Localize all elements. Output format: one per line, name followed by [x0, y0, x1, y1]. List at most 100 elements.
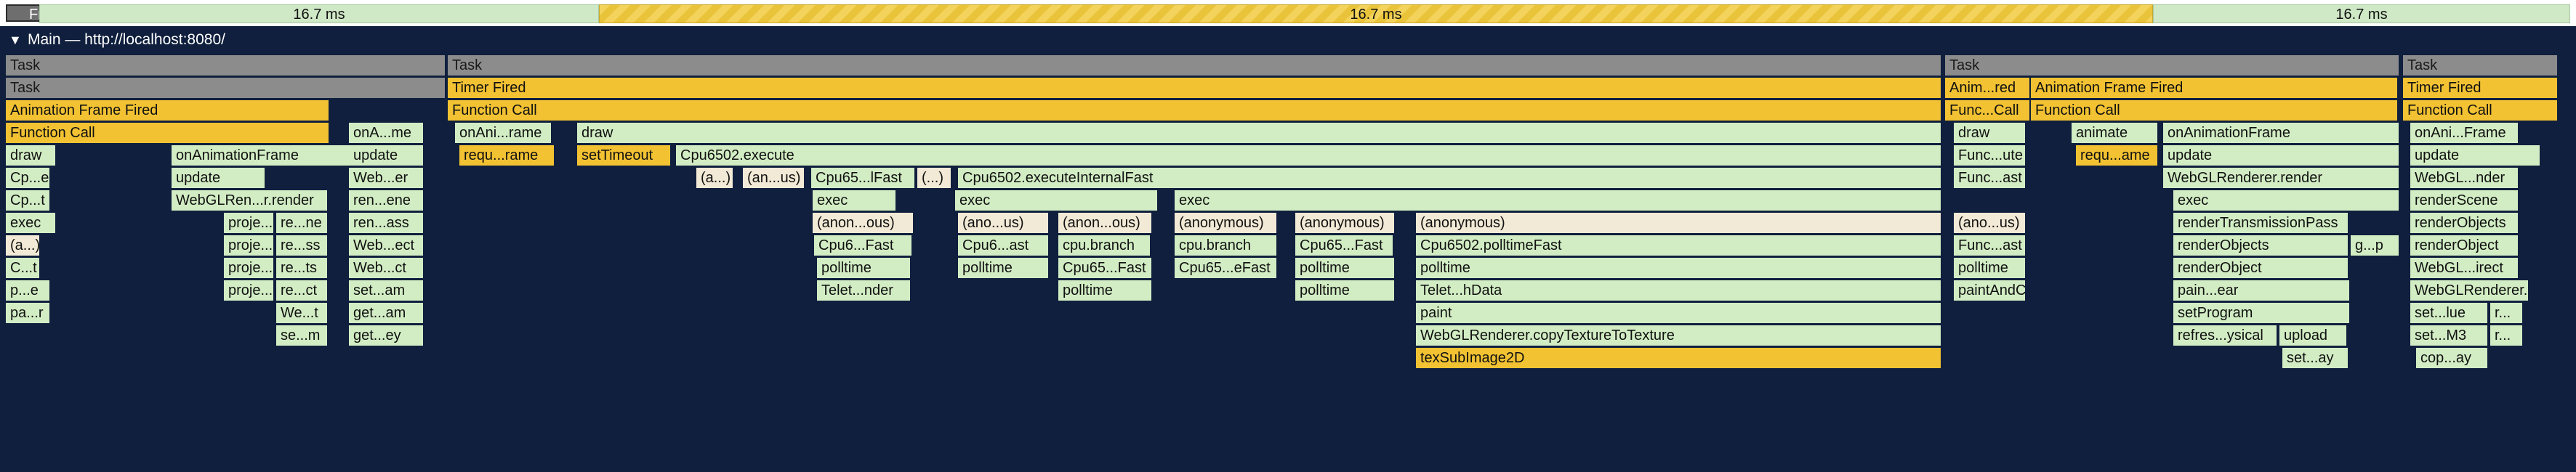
flame-block-script[interactable]: Func...ast — [1954, 235, 2026, 256]
flame-block-script[interactable]: exec — [6, 213, 57, 233]
flame-block-script[interactable]: polltime — [1295, 258, 1396, 278]
flame-block-script[interactable]: onAni...rame — [455, 123, 552, 143]
flame-block-event[interactable]: Func...Call — [1945, 100, 2031, 121]
flame-block-anonymous[interactable]: (a...) — [6, 235, 41, 256]
flame-block-task[interactable]: Task — [6, 78, 446, 98]
flame-block-script[interactable]: polltime — [1058, 280, 1153, 301]
flame-block-script[interactable]: update — [2410, 145, 2541, 166]
flame-block-event[interactable]: Function Call — [2403, 100, 2559, 121]
flame-block-script[interactable]: Web...ct — [349, 258, 424, 278]
flame-block-script[interactable]: r... — [2490, 325, 2524, 346]
flame-block-script[interactable]: proje...bject — [224, 213, 275, 233]
flame-block-script[interactable]: paint — [1416, 303, 1942, 323]
flame-block-event[interactable]: texSubImage2D — [1416, 348, 1942, 368]
flame-block-event[interactable]: Anim...red — [1945, 78, 2031, 98]
flame-block-script[interactable]: Cpu6502.polltimeFast — [1416, 235, 1942, 256]
flame-block-script[interactable]: renderTransmissionPass — [2173, 213, 2349, 233]
flame-block-script[interactable]: update — [172, 168, 266, 188]
flame-block-script[interactable]: get...ey — [349, 325, 424, 346]
flame-block-script[interactable]: refres...ysical — [2173, 325, 2278, 346]
flame-block-script[interactable]: polltime — [817, 258, 911, 278]
flame-block-script[interactable]: cpu.branch — [1175, 235, 1278, 256]
flame-block-script[interactable]: exec — [2173, 190, 2400, 211]
flame-block-script[interactable]: re...ts — [276, 258, 329, 278]
flame-block-event[interactable]: Animation Frame Fired — [2031, 78, 2399, 98]
flame-block-script[interactable]: g...p — [2351, 235, 2400, 256]
flame-block-script[interactable]: draw — [6, 145, 57, 166]
flame-block-script[interactable]: proje...bject — [224, 258, 275, 278]
flame-block-anonymous[interactable]: (anon...ous) — [813, 213, 914, 233]
flame-block-script[interactable]: renderScene — [2410, 190, 2519, 211]
flame-block-script[interactable]: Cpu65...lFast — [811, 168, 916, 188]
flame-block-script[interactable]: renderObjects — [2410, 213, 2519, 233]
flame-block-task[interactable]: Task — [1945, 55, 2400, 76]
flame-block-script[interactable]: Web...ect — [349, 235, 424, 256]
flame-block-script[interactable]: exec — [955, 190, 1159, 211]
flame-block-event[interactable]: requ...rame — [459, 145, 555, 166]
flame-block-script[interactable]: We...t — [276, 303, 329, 323]
flame-block-script[interactable]: upload — [2279, 325, 2348, 346]
flame-block-script[interactable]: proje...bject — [224, 235, 275, 256]
flame-block-script[interactable]: WebGLRen...r.render — [172, 190, 329, 211]
flame-block-event[interactable]: Timer Fired — [2403, 78, 2559, 98]
flame-block-script[interactable]: Cpu65...Fast — [1295, 235, 1394, 256]
flame-block-script[interactable]: setProgram — [2173, 303, 2351, 323]
flame-block-task[interactable]: Task — [2403, 55, 2559, 76]
flame-block-script[interactable]: polltime — [1295, 280, 1396, 301]
flame-block-script[interactable]: exec — [813, 190, 897, 211]
flame-block-script[interactable]: r... — [2490, 303, 2524, 323]
flame-block-anonymous[interactable]: (anonymous) — [1175, 213, 1278, 233]
flame-block-script[interactable]: Cpu6502.execute — [676, 145, 1942, 166]
flame-block-script[interactable]: ren...ass — [349, 213, 424, 233]
flame-block-anonymous[interactable]: (a...) — [696, 168, 734, 188]
flame-block-event[interactable]: Timer Fired — [448, 78, 1942, 98]
flame-block-script[interactable]: set...lue — [2410, 303, 2489, 323]
flame-block-script[interactable]: Cpu6...Fast — [814, 235, 913, 256]
flame-block-event[interactable]: requ...ame — [2076, 145, 2159, 166]
flame-block-script[interactable]: Cp...t — [6, 190, 51, 211]
flame-block-script[interactable]: exec — [1175, 190, 1942, 211]
flame-block-script[interactable]: onA...me — [349, 123, 424, 143]
flame-block-anonymous[interactable]: (anonymous) — [1295, 213, 1396, 233]
flame-block-script[interactable]: update — [349, 145, 424, 166]
flame-block-task[interactable]: Task — [448, 55, 1942, 76]
flame-block-script[interactable]: re...ne — [276, 213, 329, 233]
flame-block-script[interactable]: re...ct — [276, 280, 329, 301]
flame-block-event[interactable]: Function Call — [6, 123, 330, 143]
flame-block-script[interactable]: draw — [577, 123, 1942, 143]
flame-block-script[interactable]: Telet...nder — [817, 280, 911, 301]
flame-block-anonymous[interactable]: (anonymous) — [1416, 213, 1942, 233]
flame-block-script[interactable]: get...am — [349, 303, 424, 323]
flame-block-script[interactable]: Web...er — [349, 168, 424, 188]
flame-block-script[interactable]: set...ay — [2282, 348, 2349, 368]
flame-block-script[interactable]: animate — [2072, 123, 2159, 143]
flame-block-script[interactable]: WebGL...irect — [2410, 258, 2519, 278]
flame-block-script[interactable]: onAnimationFrame — [2163, 123, 2400, 143]
flame-block-event[interactable]: Function Call — [2031, 100, 2399, 121]
flame-block-script[interactable]: set...M3 — [2410, 325, 2489, 346]
flame-block-script[interactable]: renderObject — [2173, 258, 2349, 278]
flame-block-script[interactable]: set...am — [349, 280, 424, 301]
flame-block-event[interactable]: Function Call — [448, 100, 1942, 121]
flame-block-script[interactable]: polltime — [1954, 258, 2026, 278]
flame-block-script[interactable]: pain...ear — [2173, 280, 2351, 301]
flame-block-script[interactable]: cpu.branch — [1058, 235, 1151, 256]
flame-block-anonymous[interactable]: (an...us) — [743, 168, 805, 188]
flame-block-script[interactable]: renderObjects — [2173, 235, 2349, 256]
flame-block-event[interactable]: setTimeout — [577, 145, 672, 166]
flame-block-script[interactable]: WebGLRenderer...ferDirect — [2410, 280, 2529, 301]
flame-block-script[interactable]: se...m — [276, 325, 329, 346]
flame-block-script[interactable]: p...e — [6, 280, 51, 301]
flame-block-script[interactable]: WebGL...nder — [2410, 168, 2519, 188]
flame-block-task[interactable]: Task — [6, 55, 446, 76]
flame-block-script[interactable]: cop...ay — [2416, 348, 2489, 368]
flame-block-script[interactable]: update — [2163, 145, 2400, 166]
flame-block-script[interactable]: re...ss — [276, 235, 329, 256]
flame-block-script[interactable]: polltime — [1416, 258, 1942, 278]
flame-block-script[interactable]: Cpu6502.executeInternalFast — [958, 168, 1942, 188]
flame-block-anonymous[interactable]: (ano...us) — [958, 213, 1050, 233]
flame-block-script[interactable]: pa...r — [6, 303, 51, 323]
flame-block-script[interactable]: draw — [1954, 123, 2026, 143]
flame-block-script[interactable]: Cpu6...ast — [958, 235, 1050, 256]
flame-block-anonymous[interactable]: (ano...us) — [1954, 213, 2026, 233]
